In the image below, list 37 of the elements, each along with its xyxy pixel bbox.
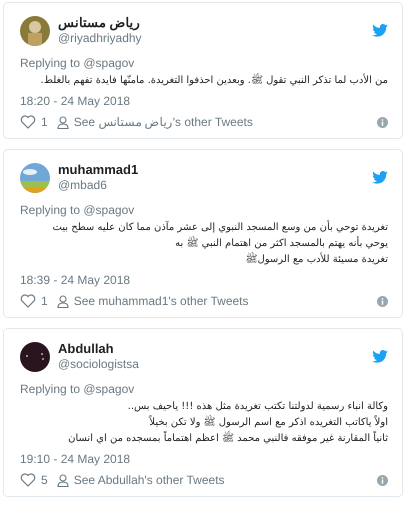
tweet-text: تغريدة توحي بأن من وسع المسجد النبوي إلى عشر مآذن مما كان عليه سطح بيت [52,220,388,236]
replying-to: Replying to @spagov [20,56,136,71]
tweet-time: 18:20 - 24 May 2018 [20,93,132,109]
bird-icon [372,171,388,184]
info-icon[interactable] [377,296,388,306]
replying-to: Replying to @spagov [20,382,136,397]
tweet-text: تغريدة مسيئة للأدب مع الرسولﷺ [246,252,388,268]
author-handle: @sociologistsa [58,357,140,372]
tweet-time: 18:39 - 24 May 2018 [20,272,132,288]
other-tweets-link[interactable]: See muhammad1's other Tweets [74,294,372,308]
like-count: 1 [41,115,48,129]
tweet-time: 19:10 - 24 May 2018 [20,451,132,467]
like-count: 1 [41,294,48,308]
author-handle: @mbad6 [58,178,108,193]
tweet-text: اولاً ياكاتب التغريده اذكر مع اسم الرسول ﷺ ولا تكن بخيلاً [149,415,388,431]
person-icon [56,294,69,308]
tweet-text: وكالة انباء رسمية لدولتنا تكتب تغريدة مثل هذه !!! ياحيف بس.. [128,400,388,414]
author-name: muhammad1 [58,162,140,178]
other-tweets-link[interactable]: See Abdullah's other Tweets [74,473,372,487]
bird-icon [372,24,388,37]
heart-icon[interactable] [20,473,36,487]
replying-to: Replying to @spagov [20,203,136,218]
other-tweets-link[interactable]: See رياض مستانس's other Tweets [74,115,372,129]
like-count: 5 [41,473,48,487]
author-handle: @riyadhriyadhy [58,31,143,46]
person-icon [56,116,69,128]
author-name: Abdullah [58,341,115,357]
bird-icon [372,350,388,363]
heart-icon[interactable] [20,294,36,308]
author-name: رياض مستانس [58,15,141,31]
info-icon[interactable] [377,116,388,128]
tweet-text: ثانياً المقارنة غير موفقه فالنبي محمد ﷺ اعظم اهتماماً بمسجده من اي انسان [68,431,388,447]
person-icon [56,474,69,486]
tweet-text: من الأدب لما تذكر النبي تقول ﷺ. وبعدين احذفوا التغريدة. مامنّها فايدة تفهم بالغلط. [40,73,388,89]
tweet-text: يوحي بأنه يهتم بالمسجد اكثر من اهتمام النبي ﷺ به [175,236,388,252]
info-icon[interactable] [377,474,388,486]
heart-icon[interactable] [20,115,36,129]
